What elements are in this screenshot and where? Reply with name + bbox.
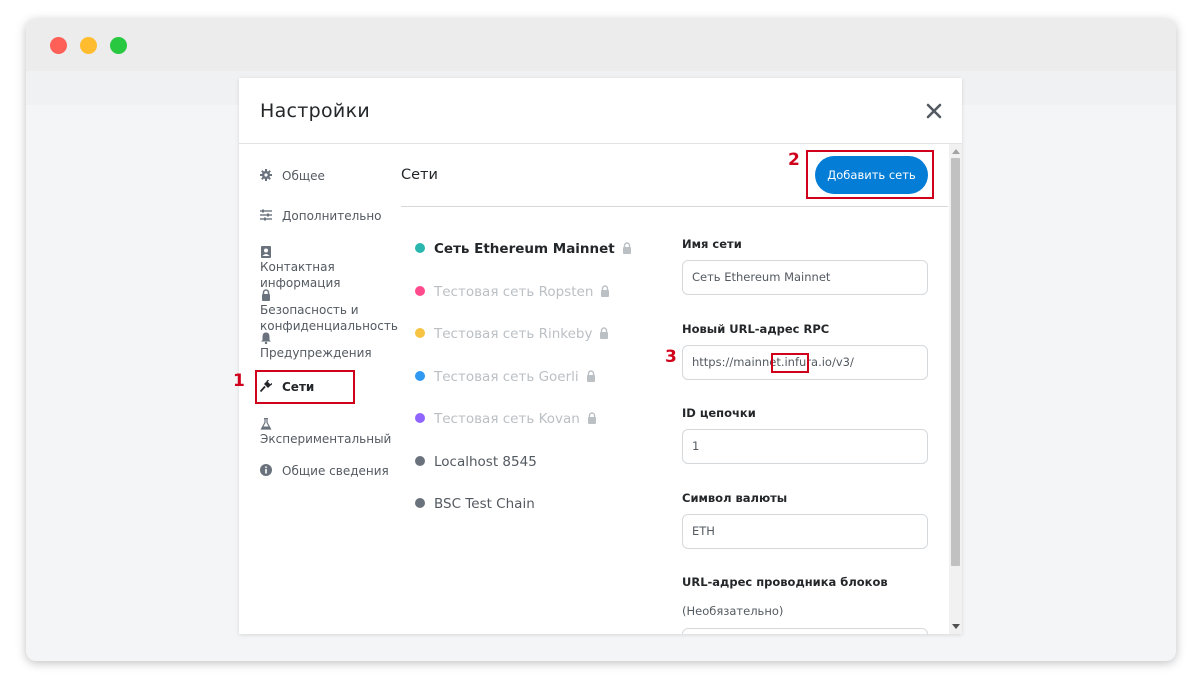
sidebar-item-label: Общее [282,169,325,183]
network-label: Тестовая сеть Goerli [434,369,579,385]
sidebar-item-label: Дополнительно [282,209,382,223]
content-divider [401,206,948,207]
sidebar-item-advanced[interactable]: Дополнительно [260,208,382,224]
network-name-field[interactable]: Сеть Ethereum Mainnet [682,260,928,295]
sidebar-item-label: Экспериментальный [260,432,392,446]
close-window-icon[interactable] [50,37,67,54]
network-item-localhost[interactable]: Localhost 8545 [415,454,537,470]
network-label: Localhost 8545 [434,454,537,470]
annotation-number-3: 3 [665,347,677,367]
close-icon[interactable] [925,102,943,120]
lock-icon [586,370,595,382]
network-label: Тестовая сеть Kovan [434,411,580,427]
network-label: Тестовая сеть Rinkeby [434,326,593,342]
network-label: BSC Test Chain [434,496,535,512]
annotation-box-networks [255,370,355,404]
network-item-ethereum-mainnet[interactable]: Сеть Ethereum Mainnet [415,241,632,257]
sidebar-item-security[interactable]: Безопасность и конфиденциальность [260,289,398,334]
network-color-dot [415,456,425,466]
network-color-dot [415,243,425,253]
network-color-dot [415,286,425,296]
network-item-bsc-test-chain[interactable]: BSC Test Chain [415,496,535,512]
lock-icon [587,412,596,424]
network-label: Тестовая сеть Ropsten [434,284,594,300]
network-color-dot [415,371,425,381]
maximize-window-icon[interactable] [110,37,127,54]
sidebar-item-contacts[interactable]: Контактная информация [260,246,385,291]
annotation-number-2: 2 [788,150,800,170]
sidebar-item-label: Предупреждения [260,346,372,360]
sidebar-item-label: Контактная информация [260,260,341,290]
block-explorer-optional-note: (Необязательно) [682,604,784,618]
info-icon [260,464,272,476]
lock-icon [622,242,631,254]
network-color-dot [415,413,425,423]
modal-header: Настройки [239,78,962,144]
lock-icon [600,327,609,339]
sidebar-item-label: Общие сведения [282,464,389,478]
network-item-rinkeby[interactable]: Тестовая сеть Rinkeby [415,326,609,342]
sliders-icon [260,209,272,221]
currency-symbol-label: Символ валюты [682,491,788,505]
sidebar-item-experimental[interactable]: Экспериментальный [260,418,391,447]
sidebar-item-label: Безопасность и конфиденциальность [260,303,398,333]
network-item-goerli[interactable]: Тестовая сеть Goerli [415,369,596,385]
network-name-label: Имя сети [682,237,742,251]
block-explorer-label: URL-адрес проводника блоков [682,575,888,589]
sidebar-item-about[interactable]: Общие сведения [260,463,389,479]
minimize-window-icon[interactable] [80,37,97,54]
chain-id-label: ID цепочки [682,406,756,420]
content-scrollbar[interactable] [949,144,962,634]
scroll-up-arrow-icon[interactable] [952,149,960,154]
lock-icon [262,289,270,301]
content-title: Сети [401,167,438,183]
scroll-down-arrow-icon[interactable] [952,624,960,629]
bell-icon [261,332,271,344]
sidebar-item-general[interactable]: Общее [260,168,325,184]
network-label: Сеть Ethereum Mainnet [434,241,615,257]
lock-icon [601,285,610,297]
gear-icon [260,169,272,181]
annotation-box-add-network [806,150,934,199]
contact-book-icon [261,246,271,258]
sidebar-item-alerts[interactable]: Предупреждения [260,332,385,361]
block-explorer-field[interactable] [682,628,928,634]
scrollbar-thumb[interactable] [951,158,960,566]
annotation-box-infura [771,353,809,373]
flask-icon [260,418,272,430]
window-titlebar [26,19,1176,71]
annotation-number-1: 1 [233,371,245,391]
chain-id-field[interactable]: 1 [682,429,928,464]
currency-symbol-field[interactable]: ETH [682,514,928,549]
network-color-dot [415,498,425,508]
network-item-ropsten[interactable]: Тестовая сеть Ropsten [415,284,610,300]
rpc-url-label: Новый URL-адрес RPC [682,322,830,336]
network-item-kovan[interactable]: Тестовая сеть Kovan [415,411,597,427]
network-color-dot [415,328,425,338]
modal-title: Настройки [260,100,371,122]
